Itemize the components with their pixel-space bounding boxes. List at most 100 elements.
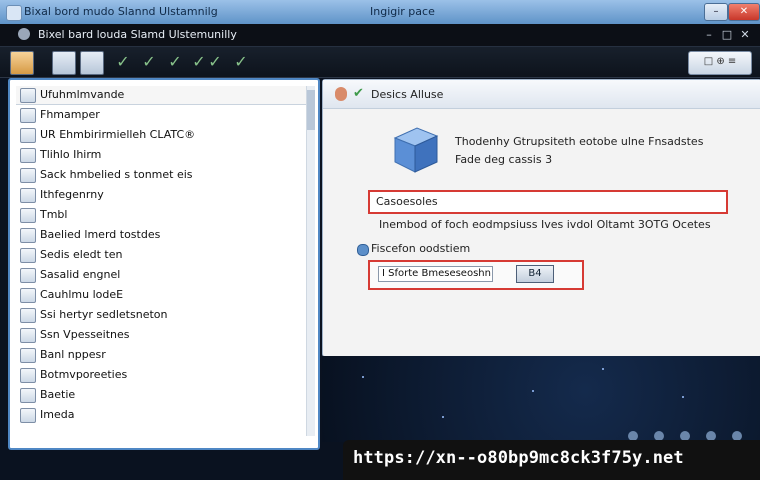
sidebar-item-label: UR Ehmbirirmielleh CLATC® xyxy=(40,128,196,141)
folder-icon[interactable] xyxy=(10,51,34,75)
sidebar-item-label: Fhmamper xyxy=(40,108,100,121)
sidebar-item[interactable]: Sasalid engnel xyxy=(16,266,306,284)
check-icon xyxy=(20,88,36,103)
star-dot xyxy=(682,396,684,398)
window-title-left: Bixal bord mudo Slannd Ulstamnilg xyxy=(24,5,218,18)
sidebar-item-label: Ithfegenrny xyxy=(40,188,104,201)
sidebar-item[interactable]: Tlihlo Ihirm xyxy=(16,146,306,164)
folder-icon xyxy=(20,108,36,123)
sidebar-item[interactable]: Tmbl xyxy=(16,206,306,224)
toolbar: ✓ ✓ ✓ ✓ ✓ ✓ □ ⊕ ≡ xyxy=(0,47,760,78)
sidebar-item[interactable]: Botmvporeeties xyxy=(16,366,306,384)
highlighted-field[interactable]: Casoesoles xyxy=(368,190,728,214)
sidebar-item[interactable]: UR Ehmbirirmielleh CLATC® xyxy=(16,126,306,144)
sidebar-item-label: Baetie xyxy=(40,388,76,401)
sidebar-item-label: Tmbl xyxy=(40,208,68,221)
dialog-title: Desics Alluse xyxy=(371,88,444,101)
gear-icon xyxy=(20,128,36,143)
input-group: I Sforte Bmeseseoshn B4 xyxy=(368,260,584,290)
check-icon[interactable]: ✓ xyxy=(206,52,224,72)
close-button[interactable]: ✕ xyxy=(728,3,760,21)
printer-icon xyxy=(20,328,36,343)
option-radio[interactable] xyxy=(357,244,369,256)
sidebar-scrollbar[interactable] xyxy=(306,86,315,436)
sidebar-item[interactable]: Sedis eledt ten xyxy=(16,246,306,264)
sidebar-item[interactable]: Ssn Vpesseitnes xyxy=(16,326,306,344)
sidebar-item-label: Tlihlo Ihirm xyxy=(40,148,102,161)
sidebar-item-label: Ufuhmlmvande xyxy=(40,88,125,101)
menubar-title: Bixel bard louda Slamd Ulstemunilly xyxy=(38,28,237,41)
user-icon[interactable] xyxy=(52,51,76,75)
globe-icon xyxy=(20,368,36,383)
back-icon[interactable] xyxy=(335,87,347,101)
sidebar-item[interactable]: Ufuhmlmvande xyxy=(16,86,306,105)
browse-button[interactable]: B4 xyxy=(516,265,554,283)
star-dot xyxy=(442,416,444,418)
sidebar-item[interactable]: Fhmamper xyxy=(16,106,306,124)
calendar-icon xyxy=(20,228,36,243)
option-radio-label: Fiscefon oodstiem xyxy=(371,242,471,255)
dialog-hint: Inembod of foch eodmpsiuss Ives ivdol Ol… xyxy=(379,218,711,231)
star-icon xyxy=(20,388,36,403)
sidebar-item-label: Cauhlmu lodeE xyxy=(40,288,124,301)
sidebar-item-label: Sedis eledt ten xyxy=(40,248,123,261)
sidebar-list: Ufuhmlmvande Fhmamper UR Ehmbirirmielleh C… xyxy=(16,84,308,444)
highlighted-field-value: Casoesoles xyxy=(376,195,438,208)
sidebar-item[interactable]: Banl nppesr xyxy=(16,346,306,364)
folder-icon xyxy=(20,308,36,323)
lock-icon xyxy=(20,288,36,303)
app-menu-icon[interactable] xyxy=(18,28,30,40)
check-icon[interactable]: ✓ xyxy=(166,52,184,72)
monitor-icon xyxy=(20,188,36,203)
view-options-button[interactable]: □ ⊕ ≡ xyxy=(688,51,752,75)
star-dot xyxy=(602,368,604,370)
sidebar-item-label: Botmvporeeties xyxy=(40,368,128,381)
menu-maximize-button[interactable]: □ xyxy=(720,28,734,41)
sidebar-item-label: Imeda xyxy=(40,408,75,421)
sidebar-item-label: Banl nppesr xyxy=(40,348,106,361)
check-icon[interactable]: ✓ xyxy=(232,52,250,72)
sidebar-item-label: Sasalid engnel xyxy=(40,268,121,281)
sidebar-panel: Ufuhmlmvande Fhmamper UR Ehmbirirmielleh C… xyxy=(8,78,320,450)
window-titlebar: Bixal bord mudo Slannd Ulstamnilg Ingigi… xyxy=(0,0,760,25)
sidebar-item-label: Ssn Vpesseitnes xyxy=(40,328,130,341)
sidebar-item[interactable]: Baelied lmerd tostdes xyxy=(16,226,306,244)
settings-icon xyxy=(20,208,36,223)
wifi-icon xyxy=(20,268,36,283)
sidebar-item[interactable]: Ithfegenrny xyxy=(16,186,306,204)
window-title: Ingigir pace xyxy=(370,5,435,18)
network-icon xyxy=(20,248,36,263)
leaf-icon: ✔ xyxy=(353,86,364,101)
scrollbar-thumb[interactable] xyxy=(307,90,315,130)
dialog-subtext: Fade deg cassis 3 xyxy=(455,153,553,166)
app-icon xyxy=(6,5,22,21)
star-dot xyxy=(532,390,534,392)
menubar: Bixel bard louda Slamd Ulstemunilly – □ … xyxy=(0,24,760,47)
device-dialog: ✔ Desics Alluse Thodenhy Gtrupsiteth eot… xyxy=(322,79,760,357)
drive-icon xyxy=(20,348,36,363)
document-icon xyxy=(20,408,36,423)
cube-icon xyxy=(393,127,439,173)
dialog-titlebar: ✔ Desics Alluse xyxy=(323,80,760,109)
url-banner: https://xn--o80bp9mc8ck3f75y.net xyxy=(343,440,760,480)
sidebar-item[interactable]: Cauhlmu lodeE xyxy=(16,286,306,304)
sidebar-item-label: Ssi hertyr sedletsneton xyxy=(40,308,168,321)
star-dot xyxy=(362,376,364,378)
sidebar-item[interactable]: Imeda xyxy=(16,406,306,424)
sidebar-item[interactable]: Sack hmbelied s tonmet eis xyxy=(16,166,306,184)
url-text: https://xn--o80bp9mc8ck3f75y.net xyxy=(353,448,684,468)
menu-close-button[interactable]: ✕ xyxy=(738,28,752,41)
text-input[interactable]: I Sforte Bmeseseoshn xyxy=(378,266,493,282)
sidebar-item-label: Baelied lmerd tostdes xyxy=(40,228,161,241)
sidebar-item[interactable]: Baetie xyxy=(16,386,306,404)
sidebar-item-label: Sack hmbelied s tonmet eis xyxy=(40,168,193,181)
file-icon[interactable] xyxy=(80,51,104,75)
shield-icon xyxy=(20,168,36,183)
minimize-button[interactable]: – xyxy=(704,3,728,21)
check-icon[interactable]: ✓ xyxy=(114,52,132,72)
document-icon xyxy=(20,148,36,163)
menu-minimize-button[interactable]: – xyxy=(702,28,716,41)
sidebar-item[interactable]: Ssi hertyr sedletsneton xyxy=(16,306,306,324)
check-icon[interactable]: ✓ xyxy=(140,52,158,72)
dialog-description: Thodenhy Gtrupsiteth eotobe ulne Fnsadst… xyxy=(455,135,704,148)
